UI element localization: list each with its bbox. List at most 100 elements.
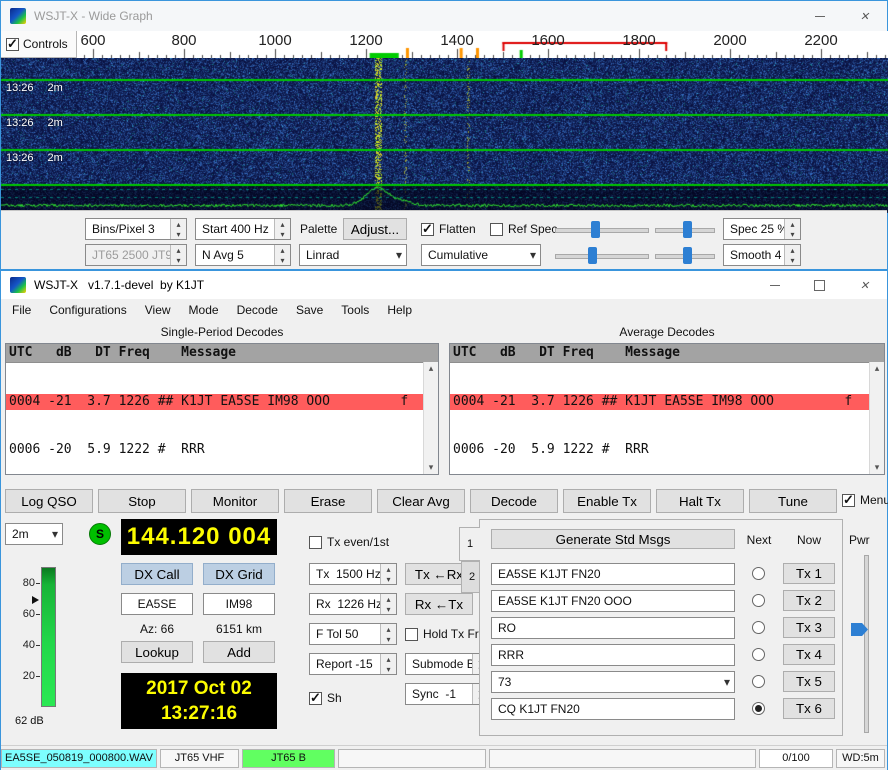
tx6-button[interactable]: Tx 6 [783, 698, 835, 719]
rx-from-tx-button[interactable]: Rx ←Tx [405, 593, 473, 615]
scroll-up-icon[interactable] [870, 362, 884, 375]
waterfall-canvas[interactable] [1, 58, 888, 213]
maximize-button[interactable] [797, 271, 842, 299]
slider-thumb[interactable] [683, 221, 692, 238]
sh-toggle[interactable]: Sh [309, 691, 342, 705]
status-indicator[interactable]: S [89, 523, 111, 545]
next-radio-5[interactable] [752, 675, 765, 688]
spin-down-icon[interactable] [785, 229, 800, 239]
menus-checkbox[interactable] [842, 494, 855, 507]
next-radio-6[interactable] [752, 702, 765, 715]
report-spinner[interactable]: Report -15 [309, 653, 397, 675]
tx-message-1-field[interactable]: EA5SE K1JT FN20 [491, 563, 735, 585]
spin-up-icon[interactable] [381, 594, 396, 604]
dx-call-field[interactable]: EA5SE [121, 593, 193, 615]
spectrum-zero-slider[interactable] [655, 246, 715, 264]
waterfall-zero-slider[interactable] [655, 220, 715, 238]
next-radio-1[interactable] [752, 567, 765, 580]
spin-down-icon[interactable] [381, 604, 396, 614]
erase-button[interactable]: Erase [284, 489, 372, 513]
tx3-button[interactable]: Tx 3 [783, 617, 835, 638]
tx-message-3-field[interactable]: RO [491, 617, 735, 639]
dx-grid-button[interactable]: DX Grid [203, 563, 275, 585]
close-button[interactable] [842, 271, 887, 299]
spec-percent-spinner[interactable]: Spec 25 % [723, 218, 801, 240]
ref-spec-checkbox[interactable] [490, 223, 503, 236]
tx-message-4-field[interactable]: RRR [491, 644, 735, 666]
decode-row[interactable]: 0004 -21 3.7 1226 ## K1JT EA5SE IM98 OOO… [6, 394, 424, 410]
palette-select[interactable]: Linrad [299, 244, 407, 266]
tx4-button[interactable]: Tx 4 [783, 644, 835, 665]
scroll-up-icon[interactable] [424, 362, 438, 375]
tx-message-6-field[interactable]: CQ K1JT FN20 [491, 698, 735, 720]
spin-up-icon[interactable] [785, 219, 800, 229]
tx1-button[interactable]: Tx 1 [783, 563, 835, 584]
ref-spec-toggle[interactable]: Ref Spec [490, 222, 557, 236]
tx2-button[interactable]: Tx 2 [783, 590, 835, 611]
clear-avg-button[interactable]: Clear Avg [377, 489, 465, 513]
tx-message-5-select[interactable]: 73 [491, 671, 735, 693]
close-button[interactable] [842, 1, 887, 31]
n-avg-spinner[interactable]: N Avg 5 [195, 244, 291, 266]
decode-row[interactable]: 0004 -21 3.7 1226 ## K1JT EA5SE IM98 OOO… [450, 394, 870, 410]
menu-help[interactable]: Help [378, 300, 421, 320]
menu-decode[interactable]: Decode [228, 300, 287, 320]
decode-row[interactable]: 0006 -20 5.9 1222 # RRR [6, 442, 424, 458]
spin-up-icon[interactable] [275, 219, 290, 229]
spin-down-icon[interactable] [275, 229, 290, 239]
tx-message-2-field[interactable]: EA5SE K1JT FN20 OOO [491, 590, 735, 612]
sh-checkbox[interactable] [309, 692, 322, 705]
bins-per-pixel-spinner[interactable]: Bins/Pixel 3 [85, 218, 187, 240]
tx-even-checkbox[interactable] [309, 536, 322, 549]
menus-toggle[interactable]: Menus [842, 493, 888, 507]
menu-mode[interactable]: Mode [180, 300, 228, 320]
scrollbar[interactable] [869, 362, 884, 474]
lookup-button[interactable]: Lookup [121, 641, 193, 663]
scrollbar[interactable] [423, 362, 438, 474]
spin-up-icon[interactable] [171, 219, 186, 229]
stop-button[interactable]: Stop [98, 489, 186, 513]
dx-grid-field[interactable]: IM98 [203, 593, 275, 615]
menu-view[interactable]: View [136, 300, 180, 320]
slider-thumb[interactable] [591, 221, 600, 238]
tx-freq-spinner[interactable]: Tx 1500 Hz [309, 563, 397, 585]
generate-std-msgs-button[interactable]: Generate Std Msgs [491, 529, 735, 549]
tab-1[interactable]: 1 [459, 527, 480, 561]
waterfall-gain-slider[interactable] [555, 220, 649, 238]
spin-up-icon[interactable] [381, 564, 396, 574]
spin-up-icon[interactable] [275, 245, 290, 255]
f-tol-spinner[interactable]: F Tol 50 [309, 623, 397, 645]
controls-toggle[interactable]: Controls [1, 31, 77, 58]
decode-text-area[interactable]: 0004 -21 3.7 1226 ## K1JT EA5SE IM98 OOO… [6, 362, 424, 474]
submode-spinner[interactable]: Submode B [405, 653, 489, 675]
minimize-button[interactable] [797, 1, 842, 31]
spin-down-icon[interactable] [381, 664, 396, 674]
decode-text-area[interactable]: 0004 -21 3.7 1226 ## K1JT EA5SE IM98 OOO… [450, 362, 870, 474]
halt-tx-button[interactable]: Halt Tx [656, 489, 744, 513]
next-radio-2[interactable] [752, 594, 765, 607]
spin-down-icon[interactable] [785, 255, 800, 265]
menu-tools[interactable]: Tools [332, 300, 378, 320]
add-button[interactable]: Add [203, 641, 275, 663]
spectrum-mode-select[interactable]: Cumulative [421, 244, 541, 266]
waterfall[interactable]: 13:262m 13:262m 13:262m [1, 58, 887, 213]
spin-down-icon[interactable] [381, 574, 396, 584]
dx-call-button[interactable]: DX Call [121, 563, 193, 585]
enable-tx-button[interactable]: Enable Tx [563, 489, 651, 513]
decode-button[interactable]: Decode [470, 489, 558, 513]
slider-thumb[interactable] [683, 247, 692, 264]
spin-down-icon[interactable] [381, 634, 396, 644]
spin-up-icon[interactable] [381, 624, 396, 634]
band-select[interactable]: 2m [5, 523, 63, 545]
menu-save[interactable]: Save [287, 300, 332, 320]
tx5-button[interactable]: Tx 5 [783, 671, 835, 692]
spin-up-icon[interactable] [785, 245, 800, 255]
spin-down-icon[interactable] [171, 229, 186, 239]
slider-thumb[interactable] [588, 247, 597, 264]
monitor-button[interactable]: Monitor [191, 489, 279, 513]
minimize-button[interactable] [752, 271, 797, 299]
spectrum-gain-slider[interactable] [555, 246, 649, 264]
tune-button[interactable]: Tune [749, 489, 837, 513]
log-qso-button[interactable]: Log QSO [5, 489, 93, 513]
pwr-slider[interactable] [861, 555, 869, 733]
